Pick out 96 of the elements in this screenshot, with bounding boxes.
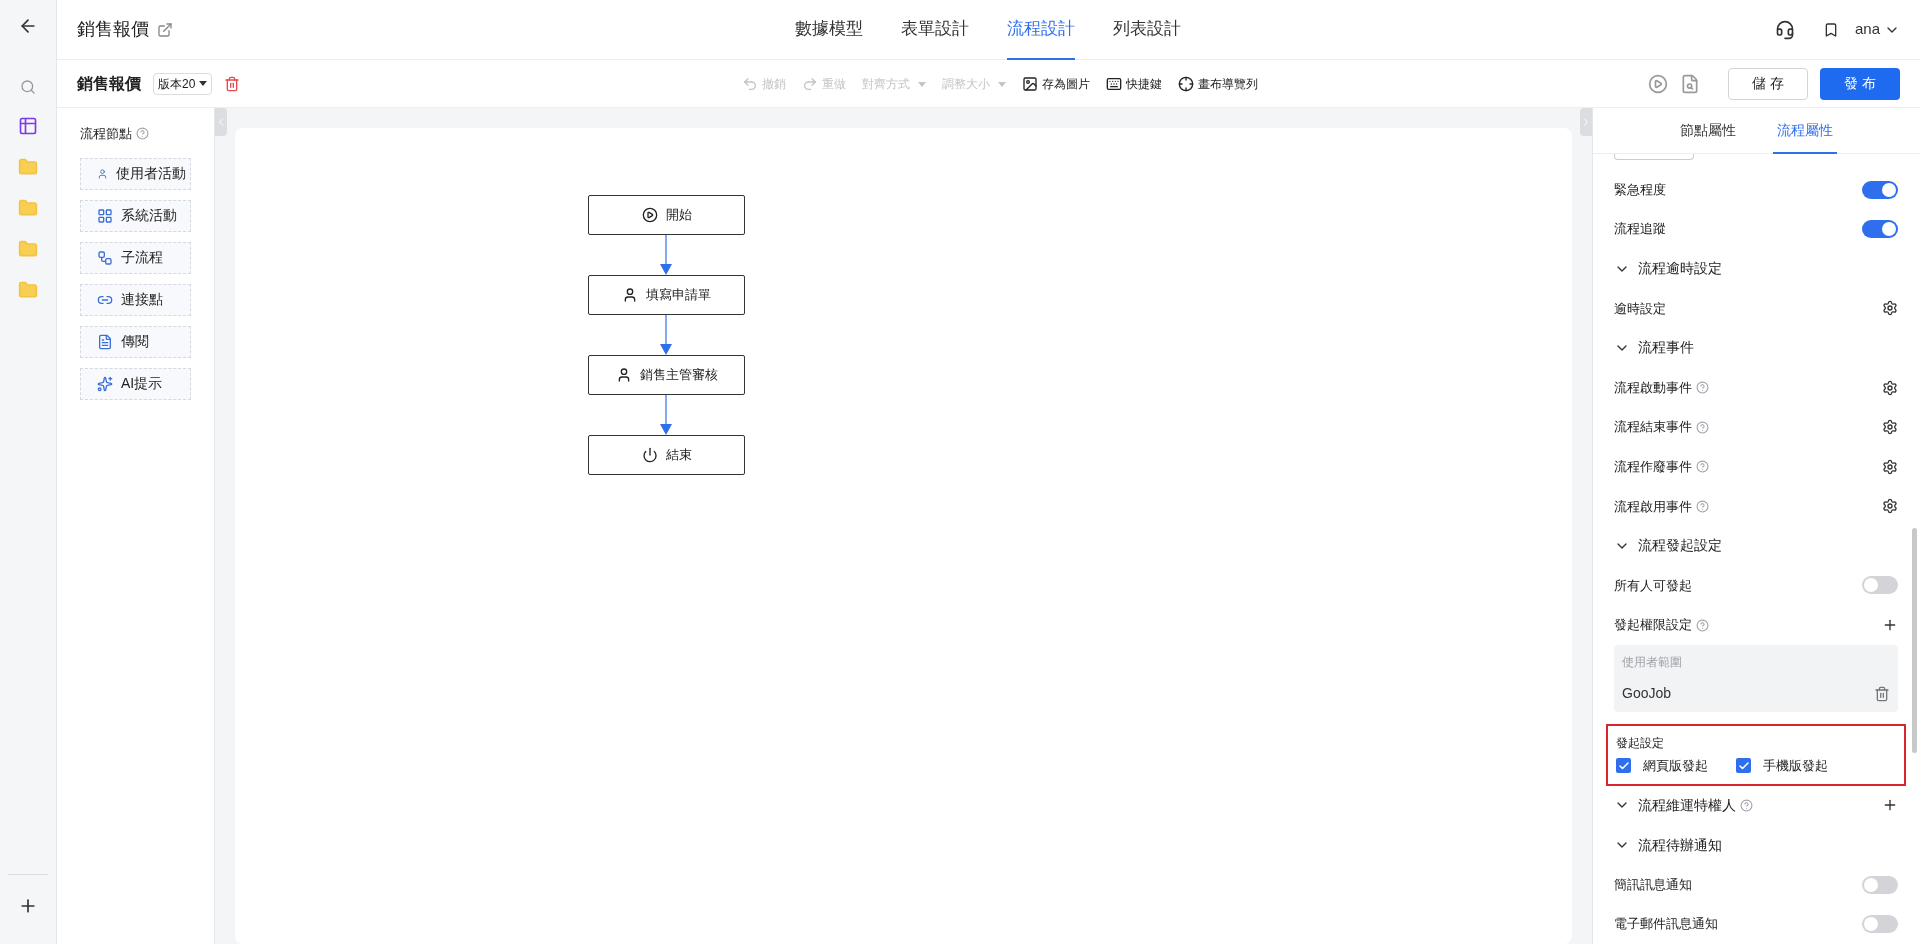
scope-label: 使用者範圍 — [1622, 654, 1683, 672]
setting-label: 流程作廢事件 — [1614, 457, 1692, 476]
external-link-icon[interactable] — [157, 21, 173, 38]
grid-icon — [97, 207, 113, 224]
settings-icon[interactable] — [1882, 419, 1898, 436]
setting-label: 逾時設定 — [1614, 299, 1666, 318]
toolbar-button[interactable]: 快捷鍵 — [1106, 75, 1162, 93]
nav-tab[interactable]: 數據模型 — [795, 0, 863, 60]
nav-tab[interactable]: 表單設計 — [901, 0, 969, 60]
caret-icon — [998, 81, 1006, 87]
flow-node[interactable]: 填寫申請單 — [588, 275, 745, 315]
checkbox[interactable] — [1616, 758, 1631, 774]
node-palette-item[interactable]: 傳閱 — [80, 325, 191, 358]
keyboard-icon — [1106, 76, 1122, 92]
section-title: 流程發起設定 — [1638, 536, 1722, 556]
delete-icon[interactable] — [1874, 685, 1890, 702]
toolbar-button[interactable]: 存為圖片 — [1022, 75, 1090, 93]
node-palette-item[interactable]: 系統活動 — [80, 199, 191, 232]
setting-label: 流程啟用事件 — [1614, 497, 1692, 516]
sparkle-icon — [97, 375, 113, 392]
checkbox-label: 網頁版發起 — [1643, 757, 1708, 776]
checkbox[interactable] — [1736, 758, 1751, 774]
setting-label: 電子郵件訊息通知 — [1614, 915, 1718, 934]
collapse-handle[interactable] — [215, 108, 227, 136]
help-icon[interactable] — [1696, 420, 1709, 434]
help-icon[interactable] — [1696, 618, 1709, 632]
node-palette-item[interactable]: 使用者活動 — [80, 157, 191, 190]
redo-icon — [802, 76, 818, 92]
process-title: 銷售報價 — [77, 73, 141, 94]
setting-label: 發起權限設定 — [1614, 616, 1692, 635]
setting-label: 發起設定 — [1616, 735, 1665, 753]
preview-icon[interactable] — [1680, 73, 1700, 94]
help-icon[interactable] — [136, 127, 149, 141]
setting-label: 簡訊訊息通知 — [1614, 875, 1692, 894]
image-icon — [1022, 76, 1038, 92]
play-icon[interactable] — [1648, 73, 1668, 94]
help-icon[interactable] — [1696, 460, 1709, 474]
headset-icon[interactable] — [1774, 19, 1795, 40]
connector-arrow — [660, 315, 672, 355]
nav-tab[interactable]: 流程設計 — [1007, 0, 1075, 60]
panel-title: 流程節點 — [80, 125, 132, 143]
nav-tab[interactable]: 列表設計 — [1113, 0, 1181, 60]
toggle-switch[interactable] — [1862, 875, 1898, 894]
toggle-switch[interactable] — [1862, 180, 1898, 199]
settings-icon[interactable] — [1882, 458, 1898, 475]
app-title: 銷售報價 — [77, 18, 149, 41]
connector-arrow — [660, 235, 672, 275]
setting-label: 流程追蹤 — [1614, 220, 1666, 239]
setting-label: 流程結束事件 — [1614, 418, 1692, 437]
input-field[interactable] — [1614, 154, 1694, 160]
caret-icon — [199, 81, 208, 86]
undo-icon — [742, 76, 758, 92]
save-button[interactable]: 儲 存 — [1728, 67, 1808, 100]
play-icon — [641, 207, 658, 223]
setting-label: 緊急程度 — [1614, 180, 1666, 199]
toggle-switch[interactable] — [1862, 220, 1898, 239]
checkbox-label: 手機版發起 — [1763, 757, 1828, 776]
panel-tab[interactable]: 流程屬性 — [1773, 108, 1837, 154]
panel-tab[interactable]: 節點屬性 — [1676, 108, 1740, 154]
publish-button[interactable]: 發 布 — [1820, 67, 1900, 100]
table-icon[interactable] — [18, 116, 38, 136]
toggle-switch[interactable] — [1862, 576, 1898, 595]
section-title: 流程事件 — [1638, 338, 1694, 358]
branch-icon — [97, 249, 113, 266]
settings-icon[interactable] — [1882, 379, 1898, 396]
node-palette-item[interactable]: 子流程 — [80, 241, 191, 274]
setting-label: 所有人可發起 — [1614, 576, 1692, 595]
setting-label: 流程啟動事件 — [1614, 378, 1692, 397]
help-icon[interactable] — [1696, 499, 1709, 513]
collapse-handle[interactable] — [1580, 108, 1592, 136]
caret-icon — [918, 81, 926, 87]
search-icon[interactable] — [20, 79, 36, 95]
settings-icon[interactable] — [1882, 498, 1898, 515]
node-palette-item[interactable]: 連接點 — [80, 283, 191, 316]
crosshair-icon — [1178, 76, 1194, 92]
help-icon[interactable] — [1696, 381, 1709, 394]
settings-icon[interactable] — [1882, 300, 1898, 317]
scrollbar[interactable] — [1912, 528, 1917, 753]
section-title: 流程待辦通知 — [1638, 835, 1722, 855]
node-palette-item[interactable]: AI提示 — [80, 367, 191, 400]
delete-icon[interactable] — [224, 75, 241, 92]
section-title: 流程維運特權人 — [1638, 796, 1736, 815]
flow-node[interactable]: 開始 — [588, 195, 745, 235]
document-icon — [97, 333, 113, 350]
power-icon — [641, 447, 658, 463]
connector-arrow — [660, 395, 672, 435]
toolbar-button[interactable]: 畫布導覽列 — [1178, 75, 1258, 93]
help-icon[interactable] — [1740, 799, 1753, 812]
person-icon — [622, 287, 638, 303]
section-title: 流程逾時設定 — [1638, 259, 1722, 279]
user-menu[interactable]: ana — [1854, 18, 1900, 41]
version-select[interactable]: 版本20 — [153, 72, 213, 95]
toggle-switch[interactable] — [1862, 915, 1898, 934]
scope-value: GooJob — [1622, 684, 1672, 704]
flow-node[interactable]: 銷售主管審核 — [588, 355, 745, 395]
flow-node[interactable]: 結束 — [588, 435, 745, 475]
